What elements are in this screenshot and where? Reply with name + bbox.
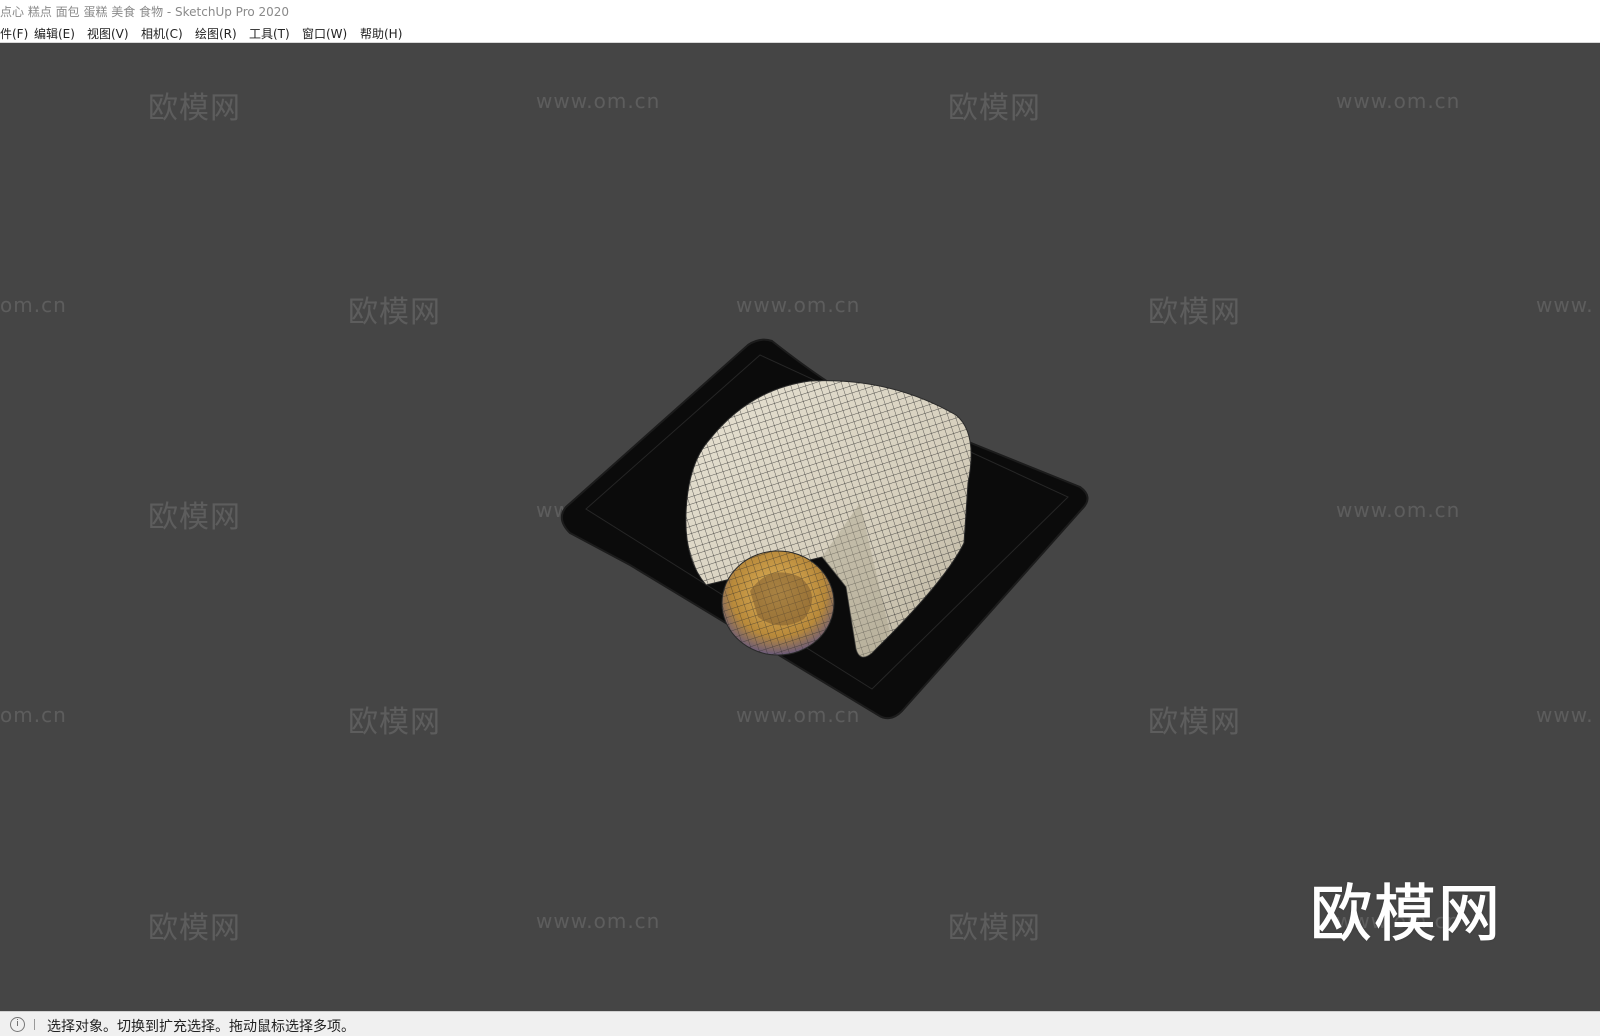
- drawing-viewport[interactable]: 欧模网 www.om.cn 欧模网 www.om.cn om.cn 欧模网 ww…: [0, 43, 1600, 1011]
- menu-camera[interactable]: 相机(C): [141, 25, 183, 42]
- menu-tools[interactable]: 工具(T): [249, 25, 290, 42]
- watermark-cn: 欧模网: [348, 705, 441, 740]
- watermark-cn: 欧模网: [948, 911, 1041, 946]
- status-separator: [34, 1019, 35, 1030]
- menu-help[interactable]: 帮助(H): [360, 25, 402, 42]
- menu-draw[interactable]: 绘图(R): [195, 25, 237, 42]
- watermark-cn: 欧模网: [148, 91, 241, 126]
- watermark-url: www.om.cn: [1336, 498, 1461, 522]
- watermark-url: www.om.cn: [736, 293, 861, 317]
- menu-file[interactable]: 件(F): [0, 25, 28, 42]
- menu-view[interactable]: 视图(V): [87, 25, 129, 42]
- info-icon[interactable]: i: [10, 1017, 25, 1032]
- watermark-cn: 欧模网: [1148, 705, 1241, 740]
- watermark-url: om.cn: [0, 703, 67, 727]
- menu-window[interactable]: 窗口(W): [302, 25, 347, 42]
- watermark-url: www.: [1536, 703, 1594, 727]
- menu-bar: 件(F) 编辑(E) 视图(V) 相机(C) 绘图(R) 工具(T) 窗口(W)…: [0, 22, 1600, 43]
- watermark-url: www.om.cn: [536, 89, 661, 113]
- watermark-cn: 欧模网: [948, 91, 1041, 126]
- watermark-cn: 欧模网: [348, 295, 441, 330]
- watermark-url: om.cn: [0, 293, 67, 317]
- status-bar: i 选择对象。切换到扩充选择。拖动鼠标选择多项。: [0, 1011, 1600, 1036]
- watermark-cn: 欧模网: [148, 500, 241, 535]
- big-watermark: 欧模网: [1309, 877, 1503, 951]
- window-title: 点心 糕点 面包 蛋糕 美食 食物 - SketchUp Pro 2020: [0, 5, 290, 19]
- status-text: 选择对象。切换到扩充选择。拖动鼠标选择多项。: [47, 1019, 355, 1035]
- menu-edit[interactable]: 编辑(E): [34, 25, 75, 42]
- watermark-url: www.om.cn: [1336, 89, 1461, 113]
- watermark-cn: 欧模网: [1148, 295, 1241, 330]
- cake-model[interactable]: [560, 333, 1120, 733]
- watermark-url: www.om.cn: [536, 909, 661, 933]
- watermark-cn: 欧模网: [148, 911, 241, 946]
- watermark-url: www.: [1536, 293, 1594, 317]
- title-bar: 点心 糕点 面包 蛋糕 美食 食物 - SketchUp Pro 2020: [0, 0, 1600, 22]
